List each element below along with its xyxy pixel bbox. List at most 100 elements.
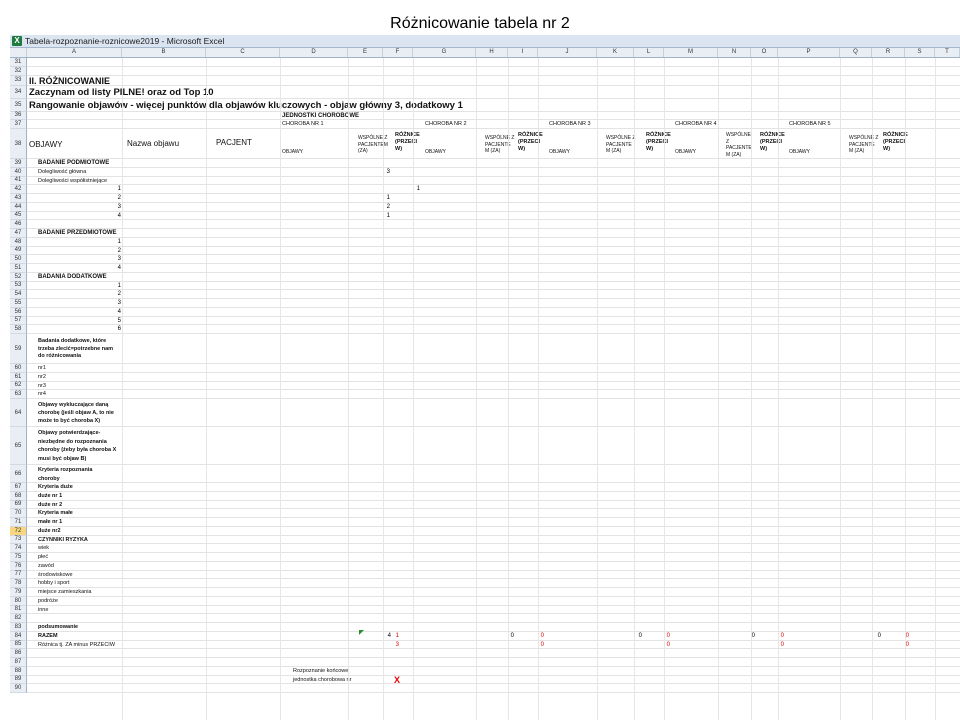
column-gridline	[413, 58, 414, 720]
row-header[interactable]: 47	[10, 229, 27, 238]
row-header[interactable]: 46	[10, 220, 27, 229]
row-header[interactable]: 37	[10, 120, 27, 129]
row-header[interactable]: 31	[10, 58, 27, 67]
column-header-i[interactable]: I	[508, 48, 538, 57]
column-header-h[interactable]: H	[476, 48, 508, 57]
row-header[interactable]: 38	[10, 129, 27, 159]
sheet-row: 50	[10, 255, 960, 264]
row-header[interactable]: 61	[10, 372, 27, 382]
column-header-f[interactable]: F	[383, 48, 413, 57]
row-header[interactable]: 58	[10, 325, 27, 334]
row-header[interactable]: 70	[10, 509, 27, 518]
row-header[interactable]: 88	[10, 666, 27, 676]
row-header[interactable]: 89	[10, 675, 27, 685]
row-header[interactable]: 77	[10, 570, 27, 580]
column-header-r[interactable]: R	[872, 48, 905, 57]
row-header[interactable]: 79	[10, 588, 27, 597]
column-header-s[interactable]: S	[905, 48, 935, 57]
sheet-row: 63	[10, 390, 960, 399]
row-header[interactable]: 90	[10, 684, 27, 693]
row-header[interactable]: 48	[10, 237, 27, 247]
column-header-c[interactable]: C	[206, 48, 280, 57]
column-header-d[interactable]: D	[280, 48, 348, 57]
row-header[interactable]: 35	[10, 98, 27, 112]
row-header[interactable]: 40	[10, 167, 27, 177]
sheet-row: 46	[10, 220, 960, 229]
row-header[interactable]: 81	[10, 605, 27, 615]
row-header[interactable]: 71	[10, 518, 27, 527]
row-header[interactable]: 34	[10, 85, 27, 99]
select-all-corner[interactable]	[10, 48, 27, 57]
row-header[interactable]: 68	[10, 491, 27, 501]
row-header[interactable]: 85	[10, 640, 27, 650]
row-header[interactable]: 56	[10, 307, 27, 317]
column-header-b[interactable]: B	[122, 48, 206, 57]
sheet-row: 85	[10, 640, 960, 650]
column-header-n[interactable]: N	[718, 48, 751, 57]
column-gridline	[383, 58, 384, 720]
error-indicator-icon[interactable]	[359, 629, 364, 635]
row-header[interactable]: 83	[10, 623, 27, 632]
sheet-row: 64	[10, 399, 960, 427]
sheet-row: 45	[10, 211, 960, 221]
row-header[interactable]: 84	[10, 631, 27, 641]
sub-objawy-header: OBJAWY	[789, 149, 810, 155]
row-header[interactable]: 60	[10, 364, 27, 373]
row-header[interactable]: 51	[10, 264, 27, 273]
row-header[interactable]: 75	[10, 553, 27, 562]
row-header[interactable]: 41	[10, 176, 27, 186]
column-header-a[interactable]: A	[27, 48, 122, 57]
row-header[interactable]: 66	[10, 465, 27, 483]
column-header-k[interactable]: K	[597, 48, 634, 57]
row-header[interactable]: 57	[10, 316, 27, 326]
row-header[interactable]: 73	[10, 535, 27, 545]
row-header[interactable]: 76	[10, 561, 27, 571]
row-header[interactable]: 80	[10, 596, 27, 606]
column-header-l[interactable]: L	[634, 48, 664, 57]
row-header[interactable]: 49	[10, 246, 27, 256]
row-header[interactable]: 36	[10, 111, 27, 121]
row-header[interactable]: 63	[10, 390, 27, 399]
row-header[interactable]: 53	[10, 281, 27, 291]
row-header[interactable]: 42	[10, 185, 27, 194]
row-header[interactable]: 67	[10, 483, 27, 492]
column-header-p[interactable]: P	[778, 48, 840, 57]
sheet-row: 54	[10, 290, 960, 299]
row-header[interactable]: 39	[10, 159, 27, 168]
row-header[interactable]: 74	[10, 544, 27, 553]
row-header[interactable]: 59	[10, 334, 27, 364]
slide-title: Różnicowanie tabela nr 2	[390, 15, 570, 32]
column-header-g[interactable]: G	[413, 48, 476, 57]
row-header[interactable]: 87	[10, 658, 27, 667]
row-header[interactable]: 33	[10, 75, 27, 86]
row-header[interactable]: 45	[10, 211, 27, 221]
row-header[interactable]: 72	[10, 526, 27, 536]
sheet-row: 74	[10, 544, 960, 553]
row-header[interactable]: 54	[10, 290, 27, 299]
row-header[interactable]: 44	[10, 202, 27, 212]
cell-text: Kryteria duże	[38, 484, 73, 490]
column-header-t[interactable]: T	[935, 48, 960, 57]
column-header-m[interactable]: M	[664, 48, 718, 57]
column-header-j[interactable]: J	[538, 48, 597, 57]
row-header[interactable]: 82	[10, 614, 27, 623]
column-header-q[interactable]: Q	[840, 48, 872, 57]
cell-text: nr4	[38, 391, 46, 398]
row-header[interactable]: 65	[10, 427, 27, 465]
sheet-row: 59	[10, 334, 960, 364]
row-header[interactable]: 50	[10, 255, 27, 264]
row-header[interactable]: 69	[10, 500, 27, 510]
row-header[interactable]: 62	[10, 381, 27, 391]
column-header-e[interactable]: E	[348, 48, 383, 57]
row-header[interactable]: 64	[10, 399, 27, 427]
column-header-o[interactable]: O	[751, 48, 778, 57]
row-header[interactable]: 32	[10, 66, 27, 76]
row-header[interactable]: 43	[10, 194, 27, 203]
roznice-header: RÓŻNICE (PRZECI W)	[395, 132, 420, 152]
row-header[interactable]: 52	[10, 272, 27, 282]
row-header[interactable]: 55	[10, 299, 27, 308]
row-header[interactable]: 86	[10, 649, 27, 658]
rozpoznanie-koncowe: Rozpoznanie końcowe	[293, 667, 349, 674]
row-header[interactable]: 78	[10, 579, 27, 588]
cell-number: 4	[117, 212, 121, 219]
